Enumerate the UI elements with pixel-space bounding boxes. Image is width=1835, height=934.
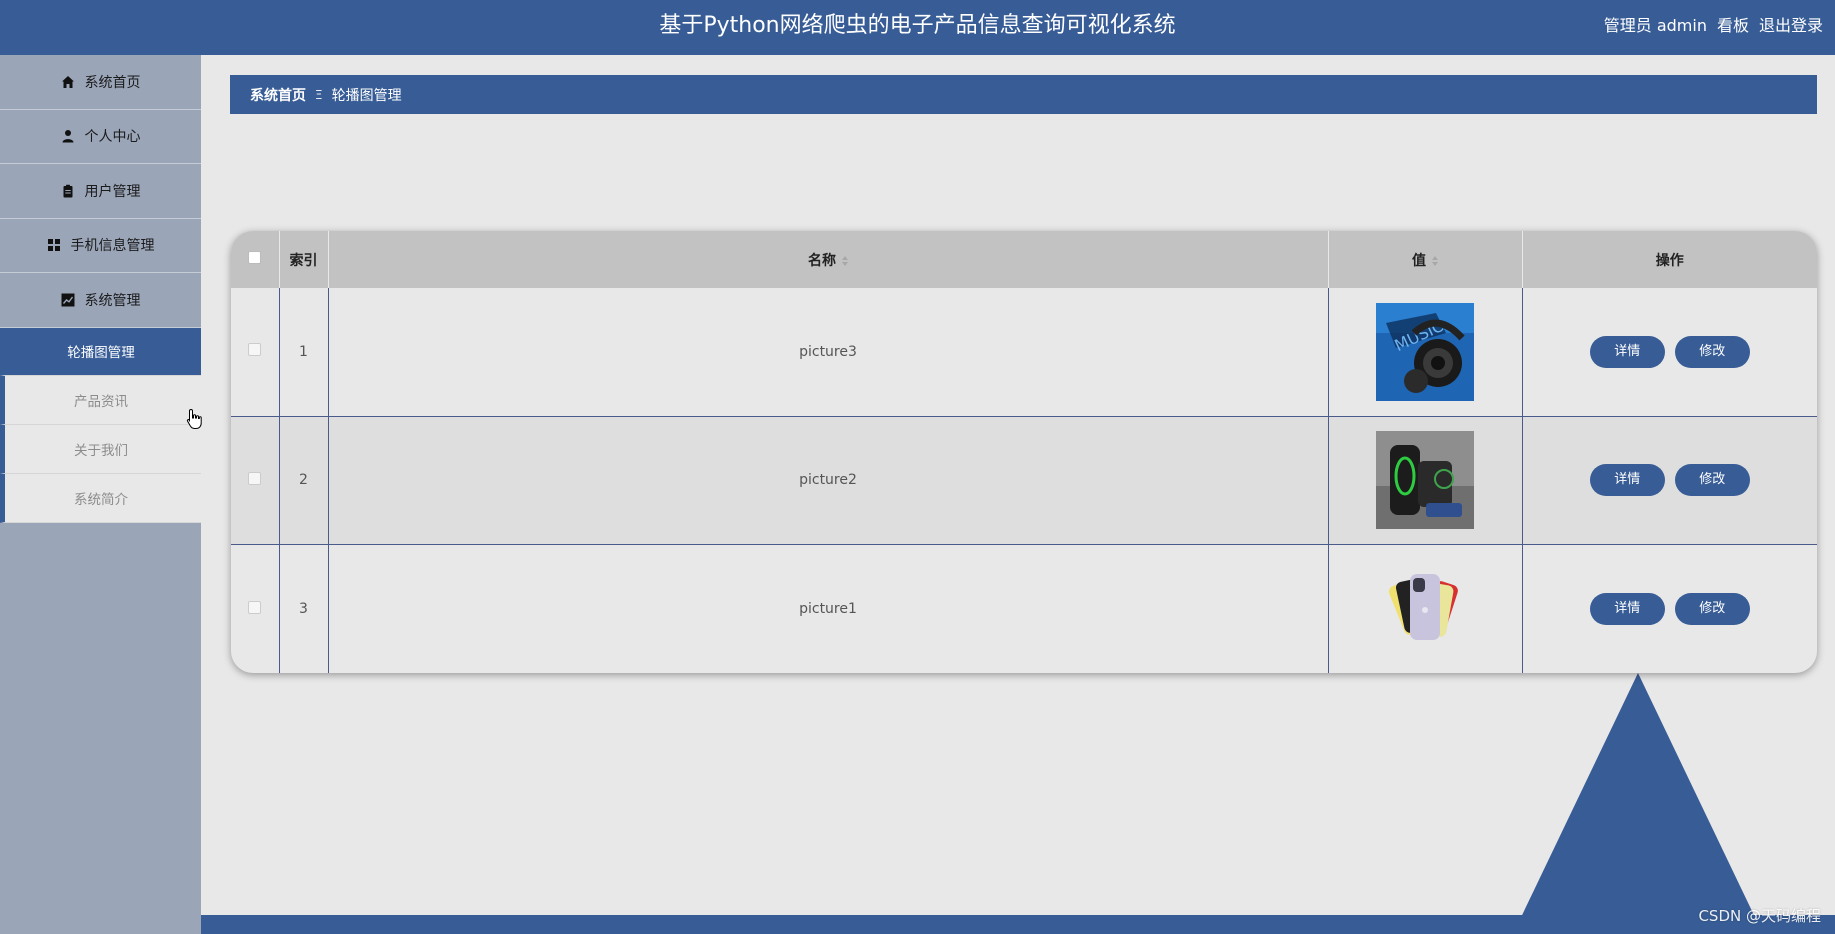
row-image-cell [1328, 544, 1523, 673]
sidebar-item-system[interactable]: 系统管理 [0, 273, 201, 328]
row-actions: 详情 修改 [1522, 288, 1817, 416]
row-index: 2 [279, 416, 329, 545]
submenu-item-news[interactable]: 产品资讯 [0, 375, 201, 425]
row-index: 1 [279, 288, 329, 417]
table-header-row: 索引 名称 值 操作 [231, 231, 1817, 288]
edit-button[interactable]: 修改 [1674, 464, 1750, 497]
row-select-cell [231, 416, 280, 545]
column-header-name[interactable]: 名称 [328, 231, 1329, 288]
app-title: 基于Python网络爬虫的电子产品信息查询可视化系统 [659, 13, 1176, 38]
breadcrumb-current: 轮播图管理 [331, 87, 402, 104]
sidebar-item-label: 个人中心 [84, 129, 141, 146]
row-select-cell [231, 544, 280, 673]
table-row: 1 picture3 MUSIC 详情 修改 [231, 288, 1817, 417]
system-submenu: 轮播图管理 产品资讯 关于我们 系统简介 [0, 327, 201, 523]
admin-label: 管理员 admin [1603, 16, 1707, 35]
edit-button[interactable]: 修改 [1674, 335, 1750, 368]
sidebar-item-label: 手机信息管理 [70, 238, 155, 255]
row-checkbox[interactable] [248, 343, 262, 357]
charging-dock-photo[interactable] [1376, 431, 1474, 530]
row-name: picture3 [328, 288, 1329, 417]
row-index: 3 [279, 544, 329, 673]
row-checkbox[interactable] [248, 600, 262, 614]
submenu-item-intro[interactable]: 系统简介 [0, 473, 201, 523]
sidebar-item-label: 用户管理 [84, 183, 141, 200]
row-image-cell: MUSIC [1328, 288, 1523, 417]
row-name: picture2 [328, 416, 1329, 545]
row-checkbox[interactable] [248, 471, 262, 485]
decorative-triangle [1513, 673, 1763, 934]
sidebar-item-home[interactable]: 系统首页 [0, 55, 201, 110]
detail-button[interactable]: 详情 [1589, 464, 1665, 497]
column-header-name-label: 名称 [808, 252, 836, 269]
sort-icon[interactable] [842, 255, 848, 266]
watermark: CSDN @天码编程 [1698, 907, 1821, 925]
sort-icon[interactable] [1432, 255, 1438, 266]
select-all-checkbox[interactable] [248, 251, 262, 264]
table-row: 3 picture1 详情 修改 [231, 544, 1817, 673]
bottom-bar [201, 915, 1835, 934]
grid-icon [47, 238, 61, 252]
hand-cursor-icon [186, 408, 204, 430]
row-actions: 详情 修改 [1522, 545, 1817, 673]
row-name: picture1 [328, 544, 1329, 673]
detail-button[interactable]: 详情 [1589, 335, 1665, 368]
dashboard-link[interactable]: 看板 [1717, 0, 1749, 55]
home-icon [61, 75, 75, 89]
headphones-photo[interactable]: MUSIC [1376, 302, 1474, 401]
select-all-cell [231, 231, 280, 288]
carousel-table: 索引 名称 值 操作 1 picture3 MUSIC 详情 修改 2 pict… [231, 231, 1817, 673]
clipboard-icon [61, 184, 75, 198]
chart-icon [61, 293, 75, 307]
sidebar-item-label: 系统首页 [84, 74, 141, 91]
breadcrumb-separator: Ξ [315, 87, 323, 102]
breadcrumb: 系统首页 Ξ 轮播图管理 [230, 75, 1817, 114]
sidebar-item-users[interactable]: 用户管理 [0, 164, 201, 219]
sidebar-item-label: 系统管理 [84, 292, 141, 309]
sidebar-item-profile[interactable]: 个人中心 [0, 110, 201, 164]
column-header-index: 索引 [279, 231, 329, 288]
edit-button[interactable]: 修改 [1674, 593, 1750, 626]
row-image-cell [1328, 416, 1523, 545]
submenu-item-carousel[interactable]: 轮播图管理 [0, 327, 201, 376]
iphone-photo[interactable] [1376, 560, 1474, 659]
header-actions: 管理员 admin 看板 退出登录 [1604, 0, 1823, 55]
column-header-value-label: 值 [1412, 252, 1426, 269]
user-icon [61, 129, 75, 143]
detail-button[interactable]: 详情 [1589, 593, 1665, 626]
breadcrumb-home[interactable]: 系统首页 [250, 85, 306, 105]
sidebar: 系统首页 个人中心 用户管理 手机信息管理 系统管理 轮播图管理 产品资讯 关于… [0, 55, 201, 934]
column-header-actions: 操作 [1655, 252, 1684, 269]
top-header: 基于Python网络爬虫的电子产品信息查询可视化系统 管理员 admin 看板 … [0, 0, 1835, 55]
column-header-value[interactable]: 值 [1328, 231, 1523, 288]
sidebar-item-phone-info[interactable]: 手机信息管理 [0, 219, 201, 273]
row-actions: 详情 修改 [1522, 416, 1817, 544]
table-row: 2 picture2 详情 修改 [231, 416, 1817, 545]
row-select-cell [231, 288, 280, 417]
logout-link[interactable]: 退出登录 [1759, 0, 1823, 55]
submenu-item-about[interactable]: 关于我们 [0, 424, 201, 474]
